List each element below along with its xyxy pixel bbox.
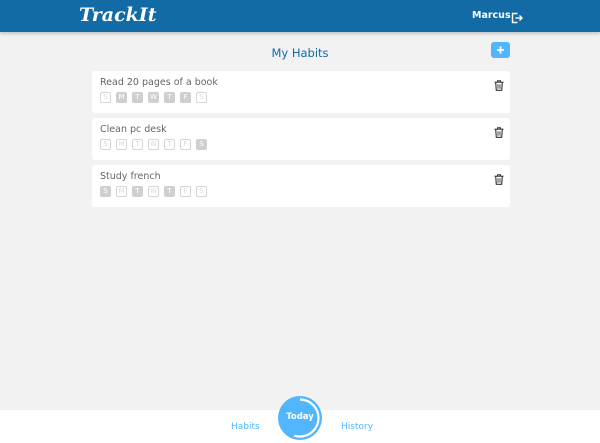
- weekday-toggle[interactable]: T: [132, 92, 143, 103]
- weekday-toggle[interactable]: F: [180, 92, 191, 103]
- habit-name: Study french: [100, 171, 161, 182]
- weekday-toggle[interactable]: F: [180, 186, 191, 197]
- trash-icon[interactable]: [494, 170, 504, 185]
- trash-icon[interactable]: [494, 76, 504, 91]
- weekday-toggle[interactable]: M: [116, 139, 127, 150]
- weekday-toggle[interactable]: M: [116, 186, 127, 197]
- top-bar: TrackIt Marcus: [0, 0, 600, 32]
- weekday-selector: SMTWTFS: [100, 92, 212, 103]
- app-logo: TrackIt: [79, 4, 157, 26]
- weekday-toggle[interactable]: W: [148, 92, 159, 103]
- weekday-toggle[interactable]: S: [196, 139, 207, 150]
- weekday-toggle[interactable]: W: [148, 186, 159, 197]
- plus-icon: [497, 46, 504, 54]
- add-habit-button[interactable]: [491, 42, 510, 58]
- habit-list: Read 20 pages of a book S M T W T F S Clean pc d…: [92, 71, 510, 212]
- habit-name: Clean pc desk: [100, 124, 167, 135]
- trash-icon[interactable]: [494, 123, 504, 138]
- weekday-toggle[interactable]: T: [164, 186, 175, 197]
- weekday-toggle[interactable]: T: [164, 92, 175, 103]
- weekday-toggle[interactable]: W: [148, 139, 159, 150]
- weekday-selector: SMTWTFS: [100, 186, 212, 197]
- today-label: Today: [286, 412, 314, 422]
- weekday-toggle[interactable]: T: [132, 186, 143, 197]
- app: TrackIt Marcus My Habits Read 20 pages o…: [0, 0, 600, 443]
- weekday-selector: SMTWTFS: [100, 139, 212, 150]
- nav-history[interactable]: History: [341, 421, 373, 433]
- weekday-toggle[interactable]: T: [132, 139, 143, 150]
- weekday-toggle[interactable]: F: [180, 139, 191, 150]
- logout-icon[interactable]: [511, 9, 523, 24]
- habit-name: Read 20 pages of a book: [100, 77, 218, 88]
- today-button[interactable]: Today: [278, 396, 322, 440]
- page-title: My Habits: [271, 46, 329, 60]
- habit-card: Read 20 pages of a book S M T W T F S: [92, 71, 510, 113]
- weekday-toggle[interactable]: S: [100, 186, 111, 197]
- weekday-toggle[interactable]: S: [196, 186, 207, 197]
- weekday-toggle[interactable]: S: [100, 92, 111, 103]
- weekday-toggle[interactable]: S: [196, 92, 207, 103]
- username: Marcus: [472, 10, 511, 21]
- habit-card: Clean pc desk S M T W T F S: [92, 118, 510, 160]
- habit-card: Study french S M T W T F S: [92, 165, 510, 207]
- weekday-toggle[interactable]: M: [116, 92, 127, 103]
- nav-habits[interactable]: Habits: [231, 421, 260, 433]
- weekday-toggle[interactable]: S: [100, 139, 111, 150]
- weekday-toggle[interactable]: T: [164, 139, 175, 150]
